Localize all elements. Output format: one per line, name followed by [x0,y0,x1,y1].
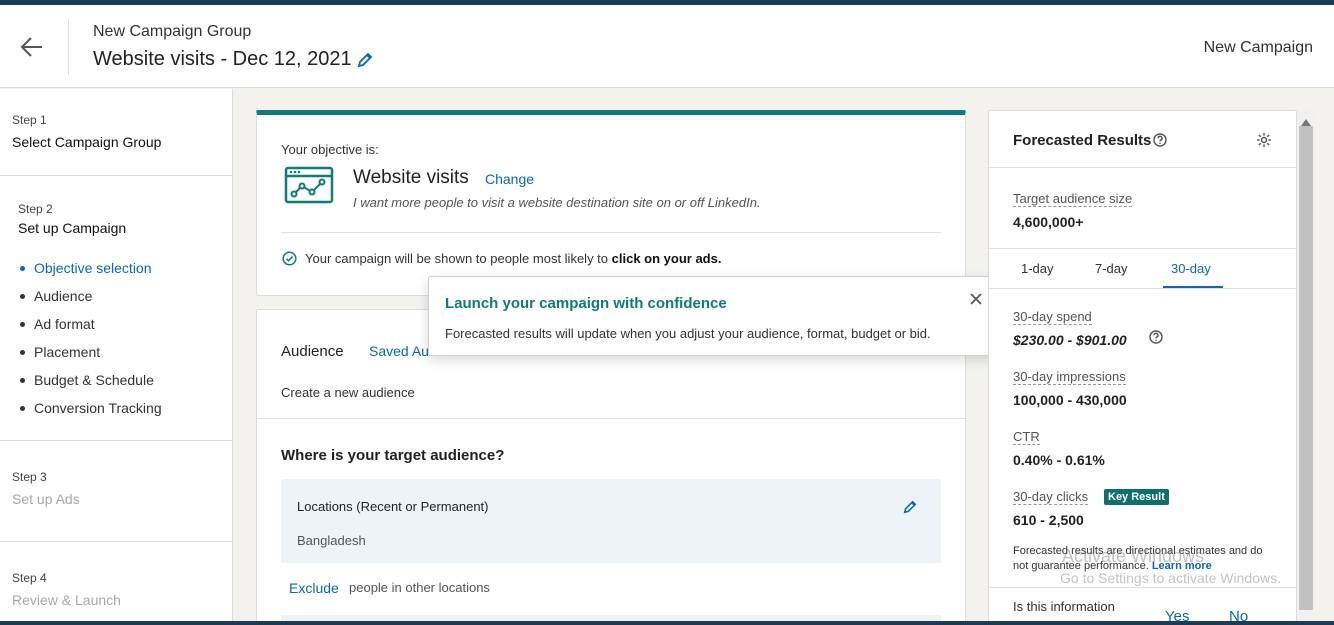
substep-conversion-tracking[interactable]: Conversion Tracking [20,394,162,422]
campaign-group-name: New Campaign Group [93,23,252,40]
objective-note: Your campaign will be shown to people mo… [305,251,721,266]
divider [989,288,1296,289]
step-number: Step 3 [12,470,47,484]
tab-1-day[interactable]: 1-day [1021,261,1054,276]
locations-value: Bangladesh [297,533,366,548]
bullet [20,321,25,327]
audience-card: Audience Saved Au Create a new audience … [256,309,966,625]
help-question-icon[interactable] [1149,330,1163,344]
spend-label: 30-day spend [1013,309,1092,325]
substep-label: Audience [34,288,93,304]
substep-label: Ad format [34,316,95,332]
substep-label: Placement [34,344,101,360]
scrollbar[interactable] [1297,110,1315,610]
steps-sidebar: Step 1 Select Campaign Group Step 2 Set … [0,89,233,625]
ctr-value: 0.40% - 0.61% [1013,452,1105,468]
tab-7-day[interactable]: 7-day [1095,261,1128,276]
check-circle-icon [282,251,297,266]
bullet [20,349,25,355]
target-audience-heading: Where is your target audience? [281,447,505,464]
feedback-question: Is this information [1013,599,1115,614]
note-bold-text: click on your ads. [611,251,722,266]
exclude-description: people in other locations [349,580,490,595]
close-icon[interactable] [968,291,984,307]
step-title: Select Campaign Group [12,134,162,150]
clicks-value: 610 - 2,500 [1013,512,1084,528]
objective-name: Website visits [353,167,469,188]
website-visits-icon [284,166,334,204]
objective-label: Your objective is: [281,142,379,157]
ctr-label: CTR [1013,429,1040,445]
scroll-up-arrow-icon[interactable] [1301,113,1311,126]
forecast-tooltip-popover: Launch your campaign with confidence For… [428,276,1011,356]
step-number: Step 4 [12,571,47,585]
audience-heading: Audience [281,343,344,360]
divider [989,248,1296,249]
edit-locations-pencil-icon[interactable] [903,500,917,514]
impressions-value: 100,000 - 430,000 [1013,392,1127,408]
impressions-label: 30-day impressions [1013,369,1126,385]
forecast-title: Forecasted Results [1013,132,1152,149]
step-title: Set up Ads [12,491,80,507]
substep-objective-selection[interactable]: Objective selection [20,254,162,282]
step-number: Step 1 [12,113,47,127]
exclude-link[interactable]: Exclude [289,580,339,596]
substep-ad-format[interactable]: Ad format [20,310,162,338]
substep-budget-schedule[interactable]: Budget & Schedule [20,366,162,394]
bullet [20,293,25,299]
substep-label: Budget & Schedule [34,372,154,388]
key-result-badge: Key Result [1104,489,1169,505]
new-campaign-label: New Campaign [1203,39,1313,56]
bullet [20,377,25,383]
campaign-title: Website visits - Dec 12, 2021 [93,48,352,70]
locations-box: Locations (Recent or Permanent) Banglade… [281,479,941,563]
step-2-substeps: Objective selection Audience Ad format P… [20,254,162,422]
objective-description: I want more people to visit a website de… [353,195,761,210]
divider [257,418,965,419]
objective-card: Your objective is: Website visits Change… [256,110,966,296]
back-arrow-icon[interactable] [18,33,46,61]
step-number: Step 2 [18,202,53,216]
substep-placement[interactable]: Placement [20,338,162,366]
edit-title-pencil-icon[interactable] [357,52,373,68]
popover-title: Launch your campaign with confidence [445,295,727,312]
audience-size-label: Target audience size [1013,191,1133,207]
divider [989,167,1296,168]
tab-30-day[interactable]: 30-day [1171,261,1211,276]
activate-windows-hint: Go to Settings to activate Windows. [1060,570,1281,586]
substep-audience[interactable]: Audience [20,282,162,310]
step-4: Step 4 Review & Launch [0,542,233,625]
help-question-icon[interactable] [1153,133,1167,147]
divider [281,232,941,233]
header-divider [68,19,69,75]
popover-text: Forecasted results will update when you … [445,326,931,341]
note-text: Your campaign will be shown to people mo… [305,251,612,266]
audience-size-value: 4,600,000+ [1013,214,1084,230]
substep-label: Conversion Tracking [34,400,162,416]
substep-label: Objective selection [34,260,152,276]
taskbar-edge [0,621,1334,625]
step-title: Set up Campaign [18,220,127,236]
scroll-thumb[interactable] [1299,126,1313,610]
step-title: Review & Launch [12,592,121,608]
clicks-label: 30-day clicks [1013,489,1089,505]
gear-icon[interactable] [1256,132,1272,148]
bullet [20,265,25,271]
step-1[interactable]: Step 1 Select Campaign Group [0,89,233,176]
divider [989,587,1296,588]
bullet [20,405,25,411]
spend-value: $230.00 - $901.00 [1013,332,1127,348]
step-3: Step 3 Set up Ads [0,441,233,542]
locations-title: Locations (Recent or Permanent) [297,499,489,514]
page-header: New Campaign Group Website visits - Dec … [0,5,1334,88]
saved-audiences-link[interactable]: Saved Au [369,343,429,359]
create-audience-text: Create a new audience [281,385,415,400]
activate-windows-watermark: Activate Windows [1062,546,1205,566]
change-objective-link[interactable]: Change [485,171,534,187]
